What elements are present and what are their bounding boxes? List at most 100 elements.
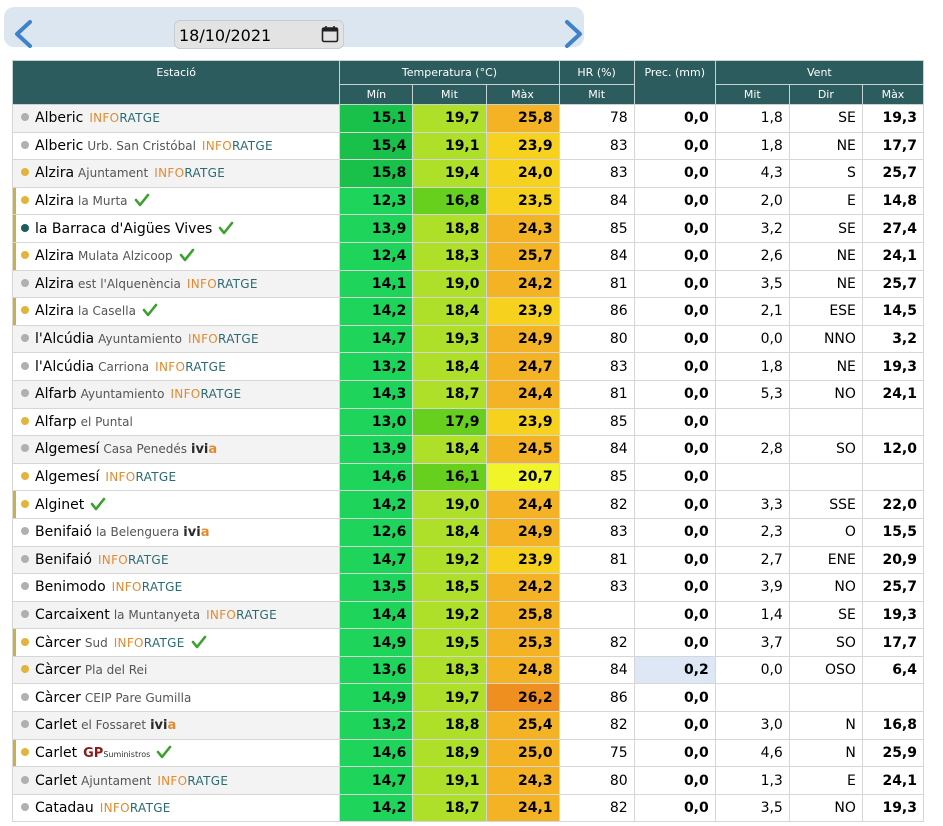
station-name[interactable]: Alberic [35,138,83,154]
header-wind-max[interactable]: Màx [861,84,925,105]
header-temp-min[interactable]: Mín [339,84,414,105]
status-dot-icon [21,637,29,646]
table-row[interactable]: Carlet GPSuministros 14,6 18,9 25,0 75 0,0 4,6 N… [11,738,925,768]
header-prec[interactable]: Prec. (mm) [633,60,716,105]
chevron-right-icon[interactable] [561,19,587,49]
station-name[interactable]: Alfarb [35,386,77,402]
station-cell[interactable]: Benifaió INFORATGE [11,545,341,575]
station-cell[interactable]: Carcaixent la Muntanyeta INFORATGE [11,600,341,630]
header-temp-mit[interactable]: Mit [412,84,487,105]
table-row[interactable]: Carcaixent la Muntanyeta INFORATGE 14,4 19,2… [11,600,925,630]
header-temp-max[interactable]: Màx [485,84,560,105]
station-name[interactable]: Alberic [35,110,83,126]
station-name[interactable]: Alzira [35,276,74,292]
station-cell[interactable]: Càrcer Sud INFORATGE [11,628,341,657]
ivia-logo-part-a: ivi [191,442,209,458]
station-cell[interactable]: Carlet el Fossaret ivia [11,711,341,740]
station-cell[interactable]: Benimodo INFORATGE [11,573,341,602]
station-location: Pla del Rei [84,663,148,678]
header-wind-dir[interactable]: Dir [788,84,863,105]
table-row[interactable]: Benifaió INFORATGE 14,7 19,2 23,9 81 0,0 2,7 ENE… [11,545,925,575]
station-name[interactable]: Alfarp [35,414,77,430]
table-row[interactable]: Benifaió la Belenguera ivia 12,6 18,4 24,9 83 0… [11,517,925,547]
station-name[interactable]: Benimodo [35,579,106,595]
table-row[interactable]: Alberic Urb. San Cristóbal INFORATGE 15,4 19… [11,131,925,161]
station-cell[interactable]: l'Alcúdia Carriona INFORATGE [11,352,341,381]
table-row[interactable]: Algemesí INFORATGE 14,6 16,1 20,7 85 0,0 [11,462,925,492]
station-name[interactable]: l'Alcúdia [35,359,94,375]
station-name[interactable]: Alzira [35,303,74,319]
station-name[interactable]: Càrcer [35,690,81,706]
table-row[interactable]: Alzira Ajuntament INFORATGE 15,8 19,4 24,0 83 0… [11,159,925,188]
table-row[interactable]: Carlet Ajuntament INFORATGE 14,7 19,1 24,3 80 0… [11,766,925,795]
station-cell[interactable]: Alberic Urb. San Cristóbal INFORATGE [11,131,341,161]
station-name[interactable]: l'Alcúdia [35,331,94,347]
temp-min-cell: 14,2 [339,490,414,519]
station-cell[interactable]: Alfarp el Puntal [11,407,341,437]
station-cell[interactable]: Alzira est l'Alquenència INFORATGE [11,269,341,299]
table-row[interactable]: Alzira la Murta 12,3 16,8 23,5 84 0,0 2,0 E 14,8 [11,186,925,216]
header-hr-mit[interactable]: Mit [558,84,635,105]
station-cell[interactable]: Alzira la Murta [11,186,341,216]
station-name[interactable]: la Barraca d'Aigües Vives [35,221,212,237]
temp-mit-cell: 18,5 [412,573,487,602]
station-cell[interactable]: Alzira Ajuntament INFORATGE [11,159,341,188]
station-cell[interactable]: Càrcer Pla del Rei [11,655,341,685]
table-row[interactable]: l'Alcúdia Carriona INFORATGE 13,2 18,4 24,7 83… [11,352,925,381]
station-name[interactable]: Carcaixent [35,607,110,623]
station-name[interactable]: Carlet [35,717,77,733]
station-name[interactable]: Alginet [35,497,84,513]
status-dot-icon [21,416,29,425]
station-name[interactable]: Càrcer [35,635,81,651]
table-row[interactable]: Alginet 14,2 19,0 24,4 82 0,0 3,3 SSE 22,0 [11,490,925,519]
station-cell[interactable]: Alzira la Casella [11,297,341,326]
station-name[interactable]: Càrcer [35,662,81,678]
station-name[interactable]: Alzira [35,248,74,264]
hr-cell: 82 [558,628,635,657]
station-cell[interactable]: Benifaió la Belenguera ivia [11,517,341,547]
station-cell[interactable]: Alginet [11,490,341,519]
station-cell[interactable]: Càrcer CEIP Pare Gumilla [11,683,341,713]
station-cell[interactable]: Alzira Mulata Alzicoop [11,241,341,271]
table-row[interactable]: Alfarp el Puntal 13,0 17,9 23,9 85 0,0 [11,407,925,437]
station-name[interactable]: Carlet [35,773,77,789]
station-name[interactable]: Benifaió [35,524,92,540]
station-name[interactable]: Alzira [35,165,74,181]
station-cell[interactable]: Catadau INFORATGE [11,793,341,823]
station-cell[interactable]: Alfarb Ayuntamiento INFORATGE [11,379,341,409]
station-name[interactable]: Benifaió [35,552,92,568]
calendar-icon[interactable] [321,25,339,43]
station-name[interactable]: Algemesí [35,469,99,485]
table-row[interactable]: Alzira Mulata Alzicoop 12,4 18,3 25,7 84 0,0 2,… [11,241,925,271]
station-cell[interactable]: Carlet GPSuministros [11,738,341,768]
station-cell[interactable]: Algemesí Casa Penedés ivia [11,435,341,464]
station-name[interactable]: Algemesí [35,441,99,457]
station-cell[interactable]: Carlet Ajuntament INFORATGE [11,766,341,795]
table-row[interactable]: Catadau INFORATGE 14,2 18,7 24,1 82 0,0 3,5 NO 19… [11,793,925,823]
station-name[interactable]: Carlet [35,745,77,761]
date-input[interactable]: 18/10/2021 [174,20,344,49]
table-row[interactable]: la Barraca d'Aigües Vives 13,9 18,8 24,3 85 0… [11,214,925,243]
table-row[interactable]: Alzira est l'Alquenència INFORATGE 14,1 19,0… [11,269,925,299]
station-cell[interactable]: Alberic INFORATGE [11,104,341,133]
header-station[interactable]: Estació [11,60,341,105]
table-row[interactable]: Alzira la Casella 14,2 18,4 23,9 86 0,0 2,1 ESE 1… [11,297,925,326]
table-row[interactable]: Benimodo INFORATGE 13,5 18,5 24,2 83 0,0 3,9 NO 2… [11,573,925,602]
table-row[interactable]: Càrcer Pla del Rei 13,6 18,3 24,8 84 0,2 0,0 OSO… [11,655,925,685]
station-name[interactable]: Alzira [35,193,74,209]
table-row[interactable]: Càrcer Sud INFORATGE 14,9 19,5 25,3 82 0,0 3,7 SO… [11,628,925,657]
table-row[interactable]: l'Alcúdia Ayuntamiento INFORATGE 14,7 19,3 24… [11,324,925,354]
table-row[interactable]: Alfarb Ayuntamiento INFORATGE 14,3 18,7 24,4 8… [11,379,925,409]
inforatge-logo-part-b: RATGE [232,138,273,153]
table-row[interactable]: Algemesí Casa Penedés ivia 13,9 18,4 24,5 84 0,… [11,435,925,464]
temp-mit-cell: 19,2 [412,600,487,630]
station-cell[interactable]: Algemesí INFORATGE [11,462,341,492]
table-row[interactable]: Càrcer CEIP Pare Gumilla 14,9 19,7 26,2 86 0,0 [11,683,925,713]
table-row[interactable]: Alberic INFORATGE 15,1 19,7 25,8 78 0,0 1,8 SE 19… [11,104,925,133]
station-name[interactable]: Catadau [35,800,94,816]
chevron-left-icon[interactable] [10,19,36,49]
station-cell[interactable]: la Barraca d'Aigües Vives [11,214,341,243]
header-wind-mit[interactable]: Mit [714,84,790,105]
table-row[interactable]: Carlet el Fossaret ivia 13,2 18,8 25,4 82 0,0 3,… [11,711,925,740]
station-cell[interactable]: l'Alcúdia Ayuntamiento INFORATGE [11,324,341,354]
